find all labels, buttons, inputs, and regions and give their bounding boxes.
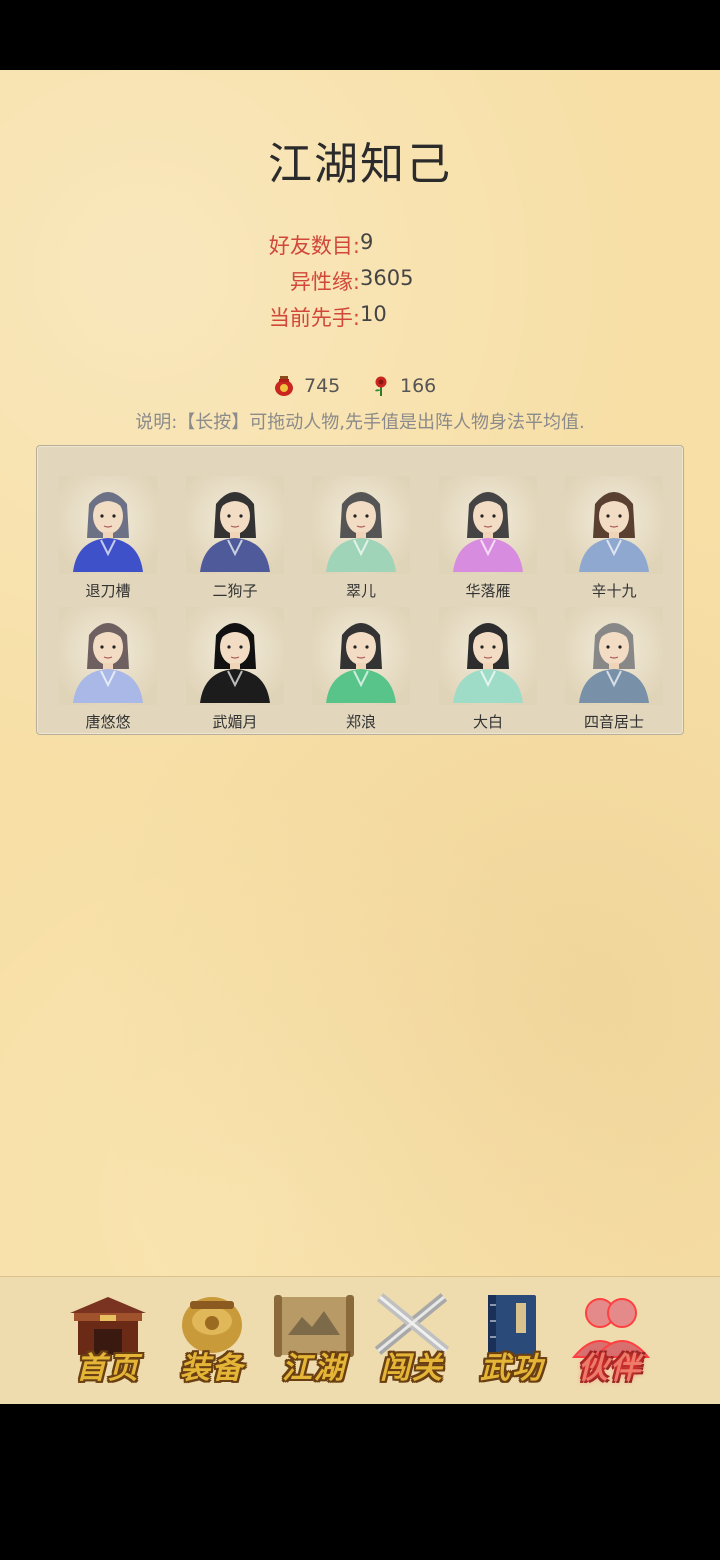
nav-jianghu[interactable]: 江湖 bbox=[270, 1291, 358, 1387]
companion-name: 二狗子 bbox=[212, 582, 258, 600]
wine-jar-icon bbox=[275, 376, 293, 396]
companion-card[interactable]: 大白 bbox=[439, 607, 537, 733]
nav-companions[interactable]: 伙伴 bbox=[566, 1291, 654, 1387]
nav-jianghu-label: 江湖 bbox=[282, 1351, 346, 1386]
companion-portrait bbox=[565, 476, 663, 574]
companion-name: 武媚月 bbox=[212, 713, 258, 731]
companion-portrait bbox=[59, 476, 157, 574]
companion-name: 大白 bbox=[472, 713, 503, 731]
companion-panel: 退刀槽 二狗子 翠儿 华落雁 辛十九唐悠悠 武媚月 郑浪 大白 四音居士 bbox=[36, 445, 684, 735]
charm-label: 异性缘: bbox=[289, 270, 360, 294]
companion-name: 辛十九 bbox=[591, 582, 637, 600]
wine-resource-value: 745 bbox=[304, 375, 341, 397]
companion-card[interactable]: 武媚月 bbox=[186, 607, 284, 733]
companion-card[interactable]: 辛十九 bbox=[565, 476, 663, 602]
nav-equipment-label: 装备 bbox=[180, 1351, 244, 1386]
rose-resource-value: 166 bbox=[400, 375, 437, 397]
companion-portrait bbox=[312, 476, 410, 574]
companion-name: 翠儿 bbox=[345, 582, 376, 600]
nav-martial-arts-label: 武功 bbox=[480, 1351, 544, 1386]
nav-challenge[interactable]: 闯关 bbox=[368, 1291, 456, 1387]
charm-value: 3605 bbox=[360, 266, 414, 290]
companion-name: 唐悠悠 bbox=[85, 713, 131, 731]
companion-portrait bbox=[439, 607, 537, 705]
rose-resource: 166 bbox=[372, 372, 436, 400]
nav-companions-label: 伙伴 bbox=[578, 1351, 642, 1386]
companion-card[interactable]: 郑浪 bbox=[312, 607, 410, 733]
companion-portrait bbox=[312, 607, 410, 705]
nav-challenge-label: 闯关 bbox=[380, 1351, 444, 1386]
companion-portrait bbox=[439, 476, 537, 574]
friend-count-label: 好友数目: bbox=[268, 234, 360, 258]
wine-resource: 745 bbox=[274, 372, 340, 400]
companion-card[interactable]: 二狗子 bbox=[186, 476, 284, 602]
instruction-note: 说明:【长按】可拖动人物,先手值是出阵人物身法平均值. bbox=[135, 412, 585, 433]
page-title: 江湖知己 bbox=[268, 139, 452, 190]
companion-portrait bbox=[186, 607, 284, 705]
companion-portrait bbox=[186, 476, 284, 574]
app-screen: 江湖知己 好友数目: 9 异性缘: 3605 当前先手: 10 745 166 … bbox=[0, 70, 720, 1404]
companion-name: 华落雁 bbox=[465, 582, 511, 600]
nav-home[interactable]: 首页 bbox=[64, 1291, 152, 1387]
companion-card[interactable]: 翠儿 bbox=[312, 476, 410, 602]
companion-name: 退刀槽 bbox=[85, 582, 131, 600]
nav-martial-arts[interactable]: 武功 bbox=[468, 1291, 556, 1387]
nav-equipment[interactable]: 装备 bbox=[168, 1291, 256, 1387]
companion-card[interactable]: 唐悠悠 bbox=[59, 607, 157, 733]
bottom-nav: 首页 装备 江湖 闯关 武功 伙伴 bbox=[0, 1276, 720, 1404]
companion-portrait bbox=[59, 607, 157, 705]
nav-home-label: 首页 bbox=[76, 1351, 140, 1386]
initiative-value: 10 bbox=[360, 302, 387, 326]
companion-card[interactable]: 华落雁 bbox=[439, 476, 537, 602]
companion-name: 郑浪 bbox=[345, 713, 376, 731]
companion-card[interactable]: 四音居士 bbox=[565, 607, 663, 733]
companion-portrait bbox=[565, 607, 663, 705]
companion-card[interactable]: 退刀槽 bbox=[59, 476, 157, 602]
initiative-label: 当前先手: bbox=[268, 306, 360, 330]
rose-icon bbox=[375, 376, 387, 396]
companion-name: 四音居士 bbox=[583, 713, 644, 731]
friend-count-value: 9 bbox=[360, 230, 374, 254]
